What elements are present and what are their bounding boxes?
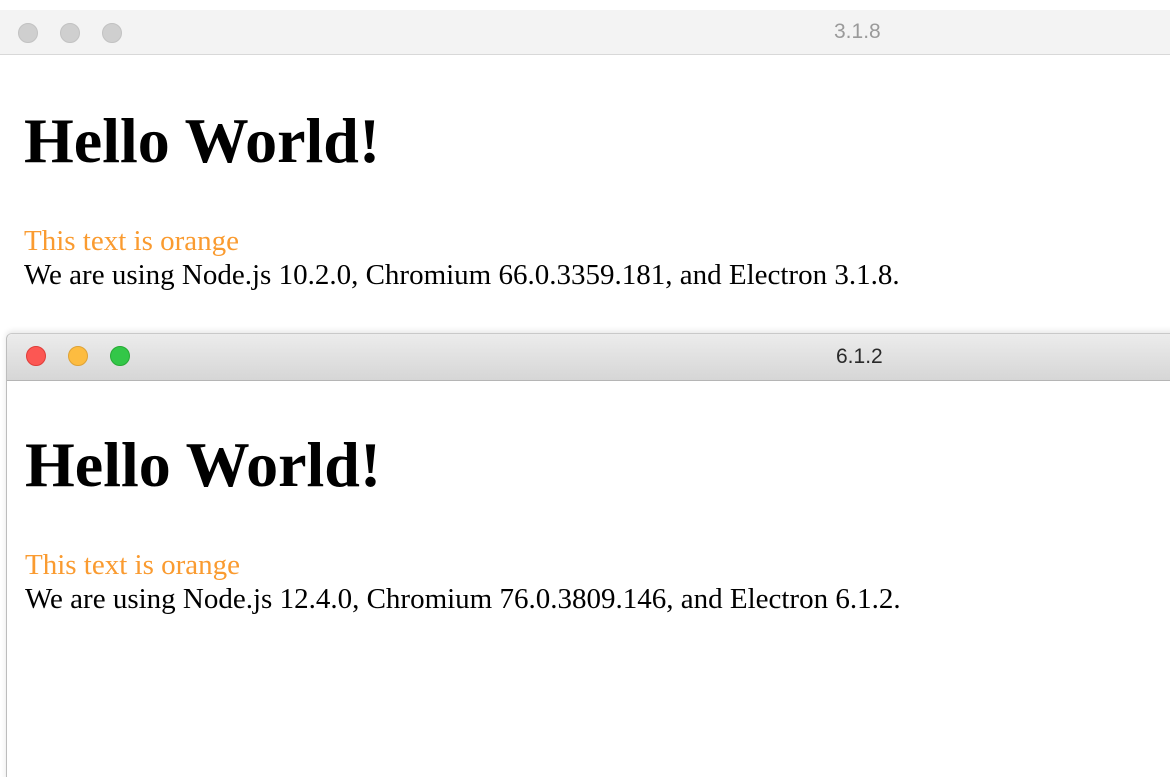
electron-window-inactive[interactable]: 3.1.8 Hello World! This text is orange W… bbox=[0, 0, 1170, 340]
page-heading: Hello World! bbox=[24, 105, 381, 176]
page-content: Hello World! This text is orange We are … bbox=[24, 102, 900, 292]
versions-text: We are using Node.js 12.4.0, Chromium 76… bbox=[25, 583, 901, 615]
window-titlebar[interactable]: 6.1.2 bbox=[7, 334, 1170, 381]
page-content: Hello World! This text is orange We are … bbox=[25, 426, 901, 616]
desktop: 3.1.8 Hello World! This text is orange W… bbox=[0, 0, 1170, 777]
orange-text: This text is orange bbox=[24, 225, 240, 257]
window-title: 3.1.8 bbox=[834, 20, 881, 43]
page-heading: Hello World! bbox=[25, 429, 382, 500]
versions-text: We are using Node.js 10.2.0, Chromium 66… bbox=[24, 259, 900, 291]
window-titlebar[interactable]: 3.1.8 bbox=[0, 10, 1170, 55]
window-title: 6.1.2 bbox=[836, 345, 883, 368]
electron-window-active[interactable]: 6.1.2 Hello World! This text is orange W… bbox=[6, 333, 1170, 777]
orange-text: This text is orange bbox=[25, 549, 241, 581]
